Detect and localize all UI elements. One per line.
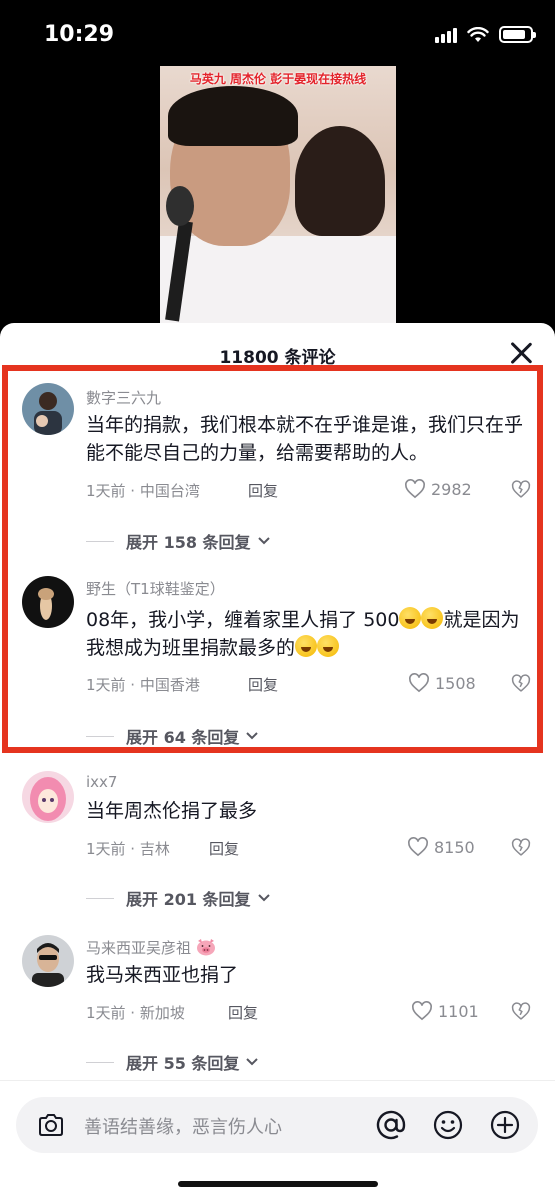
comment-text: 我马来西亚也捐了: [86, 964, 239, 986]
comment-meta: 1天前 · 新加坡: [86, 1004, 185, 1022]
comment-author[interactable]: 马来西亚吴彦祖: [86, 937, 216, 958]
microphone: [166, 186, 194, 226]
avatar[interactable]: [22, 383, 74, 435]
comment-author[interactable]: 野生（T1球鞋鉴定）: [86, 578, 225, 599]
like-count: 8150: [434, 837, 475, 857]
like-count: 2982: [431, 479, 472, 499]
comment-author[interactable]: ixx7: [86, 773, 117, 791]
comment-author[interactable]: 數字三六九: [86, 387, 161, 408]
comment-author-name: 马来西亚吴彦祖: [86, 939, 192, 957]
wifi-icon: [467, 26, 489, 42]
chevron-down-icon: [257, 894, 270, 902]
comment-text: 当年周杰伦捐了最多: [86, 800, 258, 822]
battery-icon: [499, 26, 536, 43]
video-frame-hair: [168, 86, 298, 146]
expand-replies-button[interactable]: 展开 64 条回复: [86, 724, 259, 748]
comment-item: 數字三六九 当年的捐款，我们根本就不在乎谁是谁，我们只在乎能不能尽自己的力量，给…: [0, 383, 555, 553]
reply-button[interactable]: 回复: [228, 1002, 258, 1023]
comment-item: 马来西亚吴彦祖 我马来西亚也捐了 1天前 · 新加坡 回复 1101 展开 55…: [0, 935, 555, 1075]
like-count: 1101: [438, 1001, 479, 1021]
avatar[interactable]: [22, 576, 74, 628]
expand-replies-button[interactable]: 展开 158 条回复: [86, 529, 271, 553]
add-icon[interactable]: [488, 1108, 522, 1142]
like-button[interactable]: 2982: [404, 479, 472, 499]
comment-text: 当年的捐款，我们根本就不在乎谁是谁，我们只在乎能不能尽自己的力量，给需要帮助的人…: [86, 414, 524, 464]
reply-button[interactable]: 回复: [209, 838, 239, 859]
heart-icon: [409, 673, 429, 693]
laughing-emoji-icon: [399, 607, 422, 629]
heart-icon: [405, 479, 425, 499]
comment-input[interactable]: 善语结善缘，恶言伤人心: [16, 1097, 538, 1153]
comment-input-placeholder[interactable]: 善语结善缘，恶言伤人心: [84, 1113, 282, 1139]
divider: [86, 735, 114, 737]
broken-heart-icon[interactable]: [511, 1002, 531, 1021]
divider: [86, 1061, 114, 1063]
comment-text-part1: 08年，我小学，缠着家里人捐了 500: [86, 609, 400, 631]
screen: 10:29 马英九 周杰伦 彭于晏现在接热线 11800 条评论 數字三六九 当…: [0, 0, 555, 1200]
broken-heart-icon[interactable]: [511, 674, 531, 693]
video-frame-shirt: [160, 236, 396, 326]
like-count: 1508: [435, 673, 476, 693]
comment-meta: 1天前 · 中国台湾: [86, 482, 200, 500]
like-button[interactable]: 8150: [407, 837, 475, 857]
comment-meta: 1天前 · 中国香港: [86, 676, 200, 694]
mention-icon[interactable]: [374, 1108, 408, 1142]
avatar[interactable]: [22, 771, 74, 823]
laughing-emoji-icon: [421, 607, 444, 629]
video-frame-person: [295, 126, 385, 236]
heart-icon: [408, 837, 428, 857]
expand-replies-button[interactable]: 展开 55 条回复: [86, 1050, 259, 1074]
status-icons: [435, 26, 536, 43]
broken-heart-icon[interactable]: [511, 480, 531, 499]
status-bar: 10:29: [0, 0, 555, 70]
video-caption: 马英九 周杰伦 彭于晏现在接热线: [189, 72, 367, 86]
expand-replies-label: 展开 201 条回复: [126, 890, 251, 909]
laughing-emoji-icon: [295, 635, 318, 657]
like-button[interactable]: 1508: [408, 673, 476, 693]
comments-sheet: 11800 条评论 數字三六九 当年的捐款，我们根本就不在乎谁是谁，我们只在乎能…: [0, 323, 555, 1200]
comment-text: 08年，我小学，缠着家里人捐了 500 就是因为我想成为班里捐款最多的: [86, 606, 536, 662]
expand-replies-label: 展开 64 条回复: [126, 728, 240, 747]
chevron-down-icon: [246, 1058, 259, 1066]
comment-item: 野生（T1球鞋鉴定） 08年，我小学，缠着家里人捐了 500 就是因为我想成为班里…: [0, 576, 555, 748]
chevron-down-icon: [246, 732, 259, 740]
comment-meta: 1天前 · 吉林: [86, 840, 170, 858]
reply-button[interactable]: 回复: [248, 480, 278, 501]
broken-heart-icon[interactable]: [511, 838, 531, 857]
chevron-down-icon: [257, 537, 270, 545]
comment-item: ixx7 当年周杰伦捐了最多 1天前 · 吉林 回复 8150 展开 201 条…: [0, 771, 555, 911]
reply-button[interactable]: 回复: [248, 674, 278, 695]
heart-icon: [412, 1001, 432, 1021]
pig-face-icon: [196, 939, 215, 956]
close-icon[interactable]: [509, 341, 533, 365]
home-indicator: [178, 1181, 378, 1187]
expand-replies-label: 展开 55 条回复: [126, 1054, 240, 1073]
comment-count-title: 11800 条评论: [219, 348, 336, 368]
like-button[interactable]: 1101: [411, 1001, 479, 1021]
expand-replies-button[interactable]: 展开 201 条回复: [86, 886, 271, 910]
cellular-signal-icon: [435, 27, 457, 43]
divider: [86, 540, 114, 542]
status-time: 10:29: [44, 22, 115, 47]
divider: [86, 897, 114, 899]
expand-replies-label: 展开 158 条回复: [126, 533, 251, 552]
video-player[interactable]: 马英九 周杰伦 彭于晏现在接热线: [160, 66, 396, 326]
avatar[interactable]: [22, 935, 74, 987]
emoji-icon[interactable]: [431, 1108, 465, 1142]
laughing-emoji-icon: [317, 635, 340, 657]
sheet-header: 11800 条评论: [0, 323, 555, 381]
battery-level: [503, 30, 526, 39]
camera-icon[interactable]: [36, 1110, 66, 1140]
